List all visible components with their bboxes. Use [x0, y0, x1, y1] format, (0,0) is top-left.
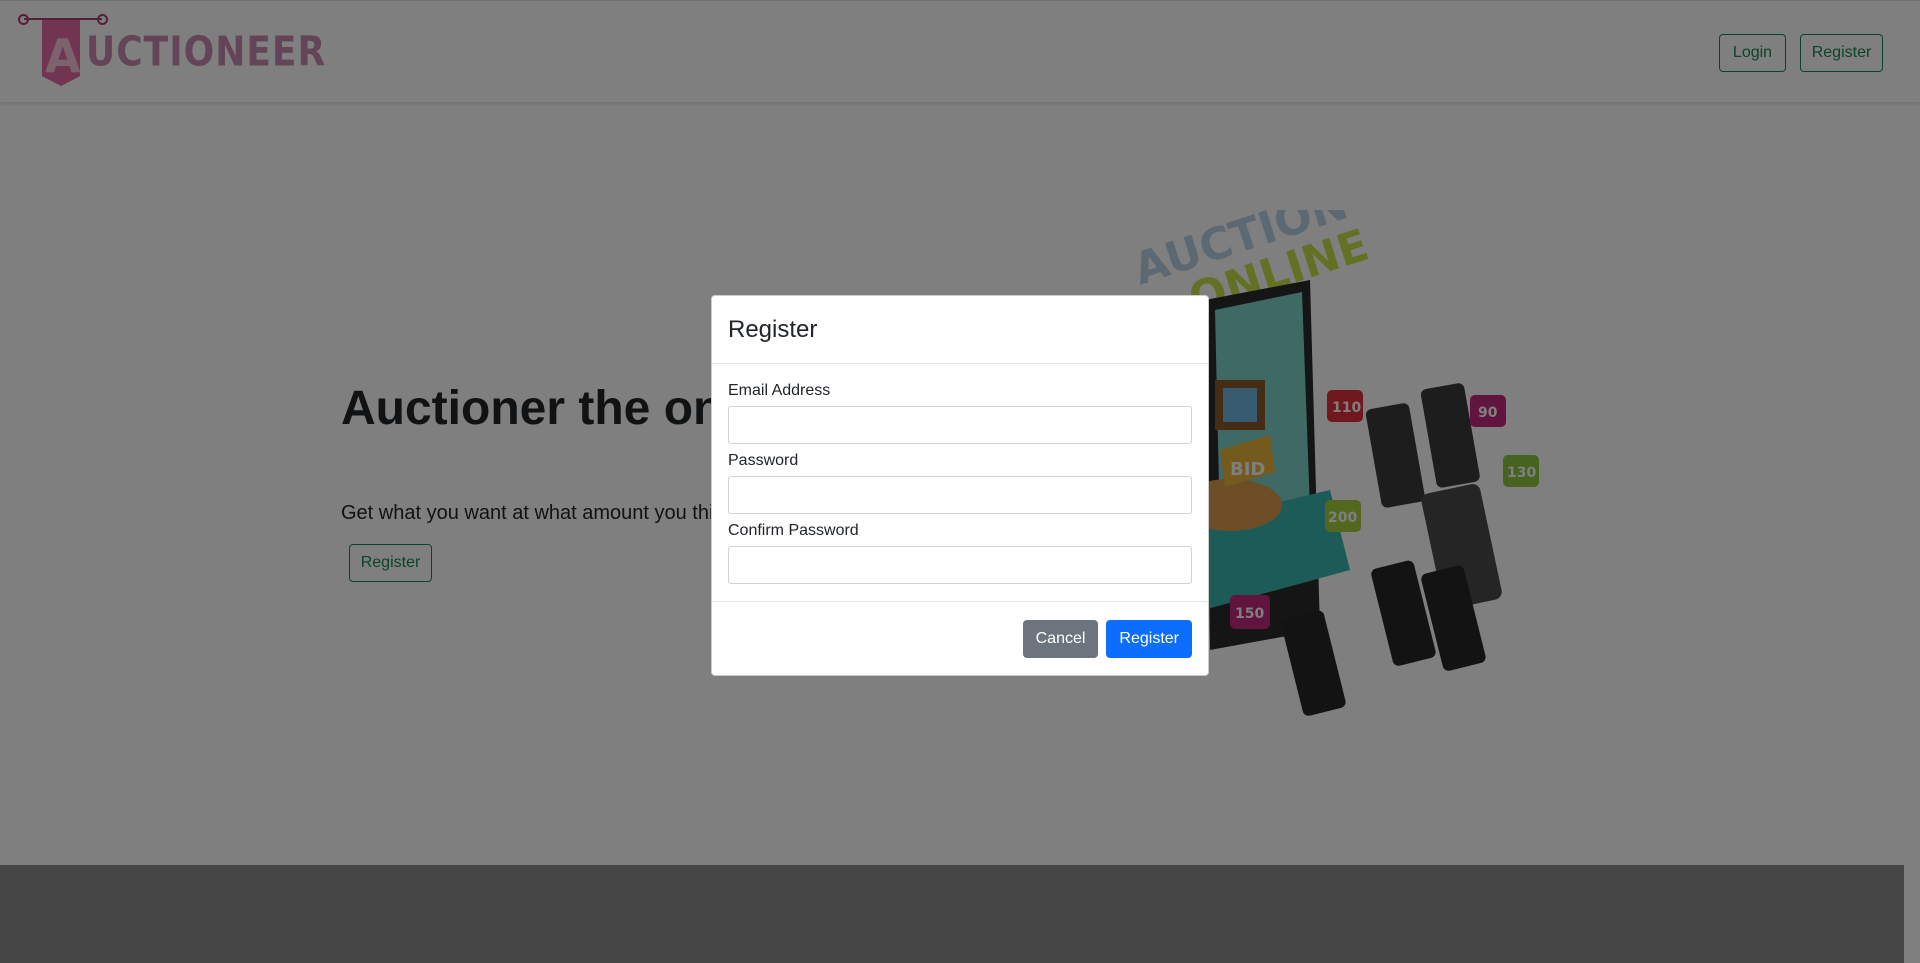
email-label: Email Address — [728, 382, 831, 399]
modal-header: Register — [712, 296, 1208, 364]
register-modal: Register Email Address Password Confirm … — [711, 295, 1209, 676]
password-label: Password — [728, 452, 799, 469]
page-scrollbar[interactable] — [1904, 0, 1920, 963]
modal-footer: Cancel Register — [712, 602, 1208, 675]
confirm-password-field[interactable] — [728, 546, 1192, 584]
confirm-password-label: Confirm Password — [728, 522, 859, 539]
cancel-button[interactable]: Cancel — [1022, 619, 1099, 658]
modal-title: Register — [728, 315, 818, 343]
email-field[interactable] — [728, 406, 1192, 444]
password-field[interactable] — [728, 476, 1192, 514]
modal-body: Email Address Password Confirm Password — [712, 364, 1208, 602]
register-submit-button[interactable]: Register — [1106, 619, 1192, 658]
